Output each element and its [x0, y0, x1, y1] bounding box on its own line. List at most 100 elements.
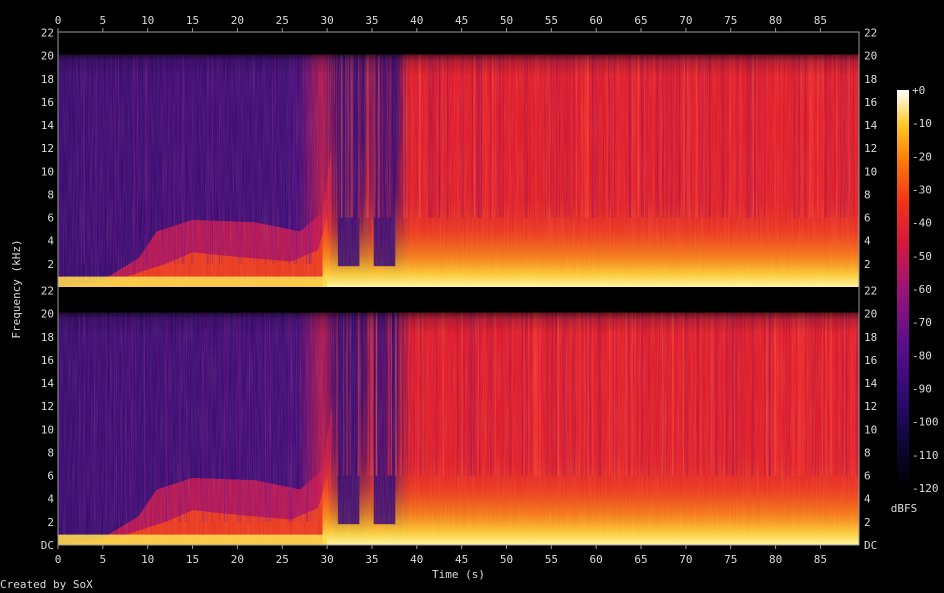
- colorbar-tick-label: -60: [912, 283, 932, 296]
- colorbar-tick-label: -100: [912, 416, 939, 429]
- x-tick-label-top: 55: [545, 14, 558, 27]
- spectrogram-figure: 0055101015152020252530303535404045455050…: [10, 14, 939, 581]
- colorbar-tick-label: +0: [912, 84, 925, 97]
- y-tick-label-left: 22: [41, 285, 54, 298]
- x-tick-label-top: 15: [186, 14, 199, 27]
- y-tick-label-left: DC: [41, 539, 54, 552]
- colorbar-tick-label: -50: [912, 250, 932, 263]
- x-tick-label-top: 10: [141, 14, 154, 27]
- colorbar-tick-label: -40: [912, 217, 932, 230]
- y-tick-label-left: 12: [41, 400, 54, 413]
- x-tick-label-bottom: 30: [320, 553, 333, 566]
- y-tick-label-right: 8: [864, 188, 871, 201]
- x-tick-label-bottom: 50: [500, 553, 513, 566]
- nyquist-cutoff: [58, 54, 859, 287]
- x-tick-label-bottom: 35: [365, 553, 378, 566]
- y-tick-label-right: DC: [864, 539, 877, 552]
- y-tick-label-right: 6: [864, 470, 871, 483]
- x-tick-label-bottom: 20: [231, 553, 244, 566]
- colorbar-tick-label: -80: [912, 349, 932, 362]
- y-tick-label-right: 18: [864, 331, 877, 344]
- colorbar-label: dBFS: [891, 502, 918, 515]
- x-tick-label-top: 70: [679, 14, 692, 27]
- y-tick-label-right: 4: [864, 493, 871, 506]
- y-tick-label-left: 12: [41, 142, 54, 155]
- y-tick-label-left: 22: [41, 27, 54, 40]
- y-tick-label-right: 22: [864, 27, 877, 40]
- y-tick-label-right: 20: [864, 308, 877, 321]
- y-tick-label-right: 10: [864, 165, 877, 178]
- y-tick-label-left: 8: [47, 188, 54, 201]
- credit-text: Created by SoX: [0, 578, 93, 591]
- x-tick-label-top: 25: [276, 14, 289, 27]
- x-tick-label-top: 60: [590, 14, 603, 27]
- x-tick-label-bottom: 45: [455, 553, 468, 566]
- y-tick-label-left: 20: [41, 308, 54, 321]
- y-tick-label-left: 6: [47, 212, 54, 225]
- y-tick-label-left: 10: [41, 165, 54, 178]
- y-tick-label-left: 10: [41, 423, 54, 436]
- x-tick-label-bottom: 80: [769, 553, 782, 566]
- y-tick-label-left: 8: [47, 446, 54, 459]
- y-tick-label-right: 16: [864, 354, 877, 367]
- y-tick-label-right: 18: [864, 73, 877, 86]
- x-tick-label-bottom: 65: [634, 553, 647, 566]
- y-tick-label-right: 16: [864, 96, 877, 109]
- y-tick-label-left: 14: [41, 377, 55, 390]
- colorbar-tick-label: -70: [912, 316, 932, 329]
- x-tick-label-top: 65: [634, 14, 647, 27]
- y-tick-label-right: 2: [864, 516, 871, 529]
- x-tick-label-bottom: 0: [55, 553, 62, 566]
- y-tick-label-right: 12: [864, 142, 877, 155]
- x-axis-label: Time (s): [432, 568, 485, 581]
- channel-2-spectrogram: [58, 290, 859, 545]
- x-tick-label-bottom: 70: [679, 553, 692, 566]
- x-tick-label-top: 45: [455, 14, 468, 27]
- x-tick-label-top: 35: [365, 14, 378, 27]
- y-tick-label-left: 14: [41, 119, 55, 132]
- y-tick-label-left: 2: [47, 516, 54, 529]
- x-tick-label-top: 5: [100, 14, 107, 27]
- nyquist-cutoff: [58, 312, 859, 545]
- y-tick-label-right: 6: [864, 212, 871, 225]
- x-tick-label-bottom: 15: [186, 553, 199, 566]
- x-tick-label-bottom: 40: [410, 553, 423, 566]
- colorbar-tick-label: -90: [912, 383, 932, 396]
- x-tick-label-top: 85: [814, 14, 827, 27]
- colorbar-tick-label: -20: [912, 150, 932, 163]
- y-tick-label-left: 16: [41, 354, 54, 367]
- channel-1-spectrogram: [58, 32, 859, 287]
- x-tick-label-bottom: 25: [276, 553, 289, 566]
- nyquist-cutoff: [58, 32, 859, 55]
- x-tick-label-bottom: 10: [141, 553, 154, 566]
- x-tick-label-top: 0: [55, 14, 62, 27]
- colorbar: [897, 90, 909, 488]
- y-tick-label-right: 4: [864, 235, 871, 248]
- y-tick-label-left: 6: [47, 470, 54, 483]
- y-tick-label-left: 4: [47, 493, 54, 506]
- x-tick-label-bottom: 5: [100, 553, 107, 566]
- y-tick-label-left: 18: [41, 331, 54, 344]
- y-tick-label-right: 10: [864, 423, 877, 436]
- x-tick-label-top: 40: [410, 14, 423, 27]
- nyquist-cutoff: [58, 290, 859, 313]
- colorbar-tick-label: -30: [912, 184, 932, 197]
- colorbar-tick-label: -110: [912, 449, 939, 462]
- x-tick-label-bottom: 75: [724, 553, 737, 566]
- y-tick-label-left: 16: [41, 96, 54, 109]
- x-tick-label-top: 20: [231, 14, 244, 27]
- colorbar-tick-label: -10: [912, 117, 932, 130]
- y-tick-label-right: 12: [864, 400, 877, 413]
- x-tick-label-top: 80: [769, 14, 782, 27]
- y-tick-label-right: 14: [864, 119, 878, 132]
- y-tick-label-right: 14: [864, 377, 878, 390]
- y-tick-label-left: 20: [41, 50, 54, 63]
- y-tick-label-right: 8: [864, 446, 871, 459]
- y-tick-label-right: 22: [864, 285, 877, 298]
- x-tick-label-bottom: 60: [590, 553, 603, 566]
- x-tick-label-top: 75: [724, 14, 737, 27]
- y-tick-label-right: 20: [864, 50, 877, 63]
- y-tick-label-right: 2: [864, 258, 871, 271]
- x-tick-label-bottom: 85: [814, 553, 827, 566]
- x-tick-label-top: 30: [320, 14, 333, 27]
